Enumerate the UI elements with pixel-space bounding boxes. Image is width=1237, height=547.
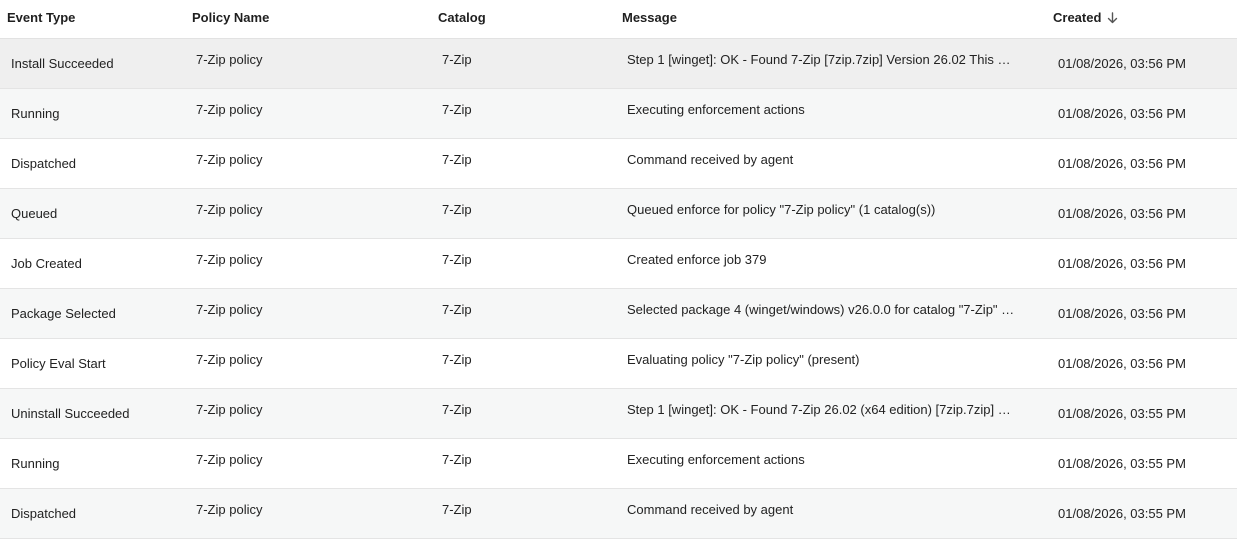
- created-cell: 01/08/2026, 03:55 PM: [1058, 406, 1186, 421]
- event-type-cell: Package Selected: [11, 306, 116, 321]
- event-type-cell: Running: [11, 106, 60, 121]
- table-row[interactable]: Dispatched 7-Zip policy 7-Zip Command recei…: [0, 139, 1237, 189]
- event-type-cell: Job Created: [11, 256, 82, 271]
- message-cell: Step 1 [winget]: OK - Found 7-Zip [7zip.…: [627, 52, 1011, 67]
- created-cell: 01/08/2026, 03:56 PM: [1058, 256, 1186, 271]
- policy-name-cell: 7-Zip policy: [196, 452, 263, 467]
- policy-name-cell: 7-Zip policy: [196, 202, 263, 217]
- catalog-cell: 7-Zip: [442, 102, 472, 117]
- table-row[interactable]: Queued 7-Zip policy 7-Zip Queued enforce fo…: [0, 189, 1237, 239]
- catalog-cell: 7-Zip: [442, 152, 472, 167]
- column-header-catalog[interactable]: Catalog: [438, 10, 486, 25]
- catalog-cell: 7-Zip: [442, 452, 472, 467]
- table-row[interactable]: Policy Eval Start 7-Zip policy 7-Zip Evalua…: [0, 339, 1237, 389]
- table-row[interactable]: Install Succeeded 7-Zip policy 7-Zip Step 1…: [0, 39, 1237, 89]
- policy-name-cell: 7-Zip policy: [196, 352, 263, 367]
- event-type-cell: Queued: [11, 206, 58, 221]
- policy-name-cell: 7-Zip policy: [196, 102, 263, 117]
- table-row[interactable]: Job Created 7-Zip policy 7-Zip Created enfo…: [0, 239, 1237, 289]
- policy-name-cell: 7-Zip policy: [196, 302, 263, 317]
- message-cell: Selected package 4 (winget/windows) v26.…: [627, 302, 1015, 317]
- catalog-cell: 7-Zip: [442, 402, 472, 417]
- message-cell: Evaluating policy "7-Zip policy" (presen…: [627, 352, 860, 367]
- event-type-cell: Dispatched: [11, 156, 77, 171]
- catalog-cell: 7-Zip: [442, 302, 472, 317]
- created-cell: 01/08/2026, 03:56 PM: [1058, 56, 1186, 71]
- column-header-created[interactable]: Created: [1053, 10, 1118, 27]
- message-cell: Step 1 [winget]: OK - Found 7-Zip 26.02 …: [627, 402, 1011, 417]
- table-row[interactable]: Dispatched 7-Zip policy 7-Zip Command recei…: [0, 489, 1237, 539]
- event-type-cell: Dispatched: [11, 506, 77, 521]
- table-row[interactable]: Uninstall Succeeded 7-Zip policy 7-Zip Step…: [0, 389, 1237, 439]
- created-cell: 01/08/2026, 03:56 PM: [1058, 306, 1186, 321]
- table-row[interactable]: Package Selected 7-Zip policy 7-Zip Selecte…: [0, 289, 1237, 339]
- table-body: Install Succeeded 7-Zip policy 7-Zip Step 1…: [0, 39, 1237, 539]
- column-header-policy-name[interactable]: Policy Name: [192, 10, 269, 25]
- created-cell: 01/08/2026, 03:56 PM: [1058, 206, 1186, 221]
- column-header-message[interactable]: Message: [622, 10, 677, 25]
- table-row[interactable]: Running 7-Zip policy 7-Zip Executing enforc…: [0, 439, 1237, 489]
- created-cell: 01/08/2026, 03:56 PM: [1058, 156, 1186, 171]
- policy-name-cell: 7-Zip policy: [196, 52, 263, 67]
- arrow-down-icon[interactable]: [1107, 12, 1118, 27]
- created-cell: 01/08/2026, 03:55 PM: [1058, 506, 1186, 521]
- table-row[interactable]: Running 7-Zip policy 7-Zip Executing enforc…: [0, 89, 1237, 139]
- catalog-cell: 7-Zip: [442, 502, 472, 517]
- table-header: Event Type Policy Name Catalog Message C…: [0, 0, 1237, 39]
- event-type-cell: Policy Eval Start: [11, 356, 106, 371]
- policy-name-cell: 7-Zip policy: [196, 402, 263, 417]
- event-type-cell: Uninstall Succeeded: [11, 406, 130, 421]
- event-type-cell: Running: [11, 456, 60, 471]
- event-type-cell: Install Succeeded: [11, 56, 114, 71]
- catalog-cell: 7-Zip: [442, 52, 472, 67]
- message-cell: Executing enforcement actions: [627, 452, 805, 467]
- message-cell: Queued enforce for policy "7-Zip policy"…: [627, 202, 936, 217]
- catalog-cell: 7-Zip: [442, 202, 472, 217]
- created-cell: 01/08/2026, 03:56 PM: [1058, 356, 1186, 371]
- message-cell: Command received by agent: [627, 152, 794, 167]
- policy-name-cell: 7-Zip policy: [196, 252, 263, 267]
- catalog-cell: 7-Zip: [442, 252, 472, 267]
- message-cell: Executing enforcement actions: [627, 102, 805, 117]
- column-header-created-label: Created: [1053, 10, 1102, 25]
- policy-name-cell: 7-Zip policy: [196, 502, 263, 517]
- created-cell: 01/08/2026, 03:56 PM: [1058, 106, 1186, 121]
- catalog-cell: 7-Zip: [442, 352, 472, 367]
- policy-name-cell: 7-Zip policy: [196, 152, 263, 167]
- message-cell: Command received by agent: [627, 502, 794, 517]
- events-table: Event Type Policy Name Catalog Message C…: [0, 0, 1237, 539]
- message-cell: Created enforce job 379: [627, 252, 767, 267]
- created-cell: 01/08/2026, 03:55 PM: [1058, 456, 1186, 471]
- column-header-event-type[interactable]: Event Type: [7, 10, 75, 25]
